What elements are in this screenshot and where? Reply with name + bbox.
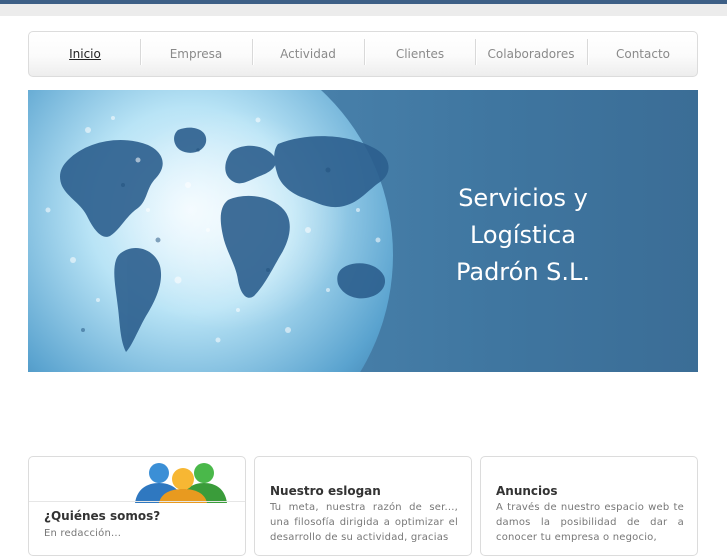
card-text: Tu meta, nuestra razón de ser..., una fi… bbox=[270, 502, 458, 543]
nav-item-empresa[interactable]: Empresa bbox=[140, 32, 252, 76]
hero-title-line: Servicios y bbox=[458, 184, 588, 212]
nav-item-inicio[interactable]: Inicio bbox=[29, 32, 141, 76]
card-slogan: Nuestro eslogan Tu meta, nuestra razón d… bbox=[254, 456, 472, 556]
users-group-icon bbox=[135, 463, 227, 503]
hero-banner: Servicios y Logística Padrón S.L. bbox=[28, 90, 698, 372]
card-divider bbox=[29, 501, 245, 502]
card-text: En redacción... bbox=[44, 528, 122, 539]
nav-item-clientes[interactable]: Clientes bbox=[364, 32, 476, 76]
top-shadow-strip bbox=[0, 4, 727, 16]
card-title: ¿Quiénes somos? bbox=[44, 509, 161, 523]
nav-item-contacto[interactable]: Contacto bbox=[587, 32, 699, 76]
card-title: Nuestro eslogan bbox=[270, 484, 381, 498]
nav-item-colaboradores[interactable]: Colaboradores bbox=[475, 32, 587, 76]
hero-title: Servicios y Logística Padrón S.L. bbox=[423, 180, 623, 291]
card-text: A través de nuestro espacio web te damos… bbox=[496, 502, 684, 543]
hero-title-line: Logística bbox=[469, 221, 577, 249]
hero-title-line: Padrón S.L. bbox=[455, 258, 591, 286]
card-about: ¿Quiénes somos? En redacción... bbox=[28, 456, 246, 556]
card-title: Anuncios bbox=[496, 484, 558, 498]
card-announcements: Anuncios A través de nuestro espacio web… bbox=[480, 456, 698, 556]
main-navigation: Inicio Empresa Actividad Clientes Colabo… bbox=[28, 31, 698, 77]
nav-item-actividad[interactable]: Actividad bbox=[252, 32, 364, 76]
